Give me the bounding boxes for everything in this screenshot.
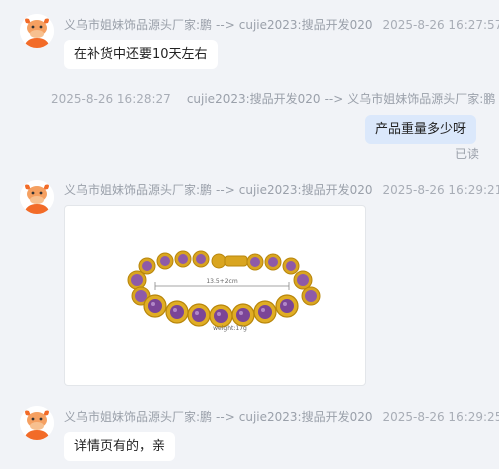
read-status: 已读 — [455, 147, 480, 161]
message-bubble[interactable]: 在补货中还要10天左右 — [64, 40, 218, 69]
message-time: 2025-8-26 16:29:21 — [382, 183, 499, 197]
receiver-name: cujie2023:搜品开发020 — [238, 183, 373, 197]
message-bubble[interactable]: 详情页有的，亲 — [64, 432, 176, 461]
receiver-name: cujie2023:搜品开发020 — [238, 410, 373, 424]
message-bubble[interactable]: 产品重量多少呀 — [365, 115, 477, 144]
sender-avatar[interactable] — [20, 180, 54, 214]
direction-arrow: --> — [216, 410, 235, 424]
receiver-name: 义乌市姐妹饰品源头厂家:鹏 — [347, 92, 496, 106]
sender-name: 义乌市姐妹饰品源头厂家:鹏 — [64, 18, 213, 32]
direction-arrow: --> — [216, 18, 235, 32]
message-time: 2025-8-26 16:28:27 — [51, 92, 171, 106]
dimension-label: 13.5+2cm — [206, 278, 238, 285]
message-meta: 义乌市姐妹饰品源头厂家:鹏 --> cujie2023:搜品开发020 2025-8-… — [64, 408, 499, 425]
orange-bull-avatar-icon — [20, 14, 54, 48]
orange-bull-avatar-icon — [20, 406, 54, 440]
sender-name: 义乌市姐妹饰品源头厂家:鹏 — [64, 183, 213, 197]
direction-arrow: --> — [216, 183, 235, 197]
sender-avatar[interactable] — [20, 14, 54, 48]
direction-arrow: --> — [324, 92, 344, 106]
message-meta: 2025-8-26 16:28:27 cujie2023:搜品开发020 --> 义乌… — [51, 90, 495, 107]
bracelet-product-image: 13.5+2cm weight:17g — [127, 250, 321, 332]
message-time: 2025-8-26 16:27:57 — [382, 18, 499, 32]
weight-label: weight:17g — [213, 325, 247, 332]
sender-name: 义乌市姐妹饰品源头厂家:鹏 — [64, 410, 213, 424]
message-meta: 义乌市姐妹饰品源头厂家:鹏 --> cujie2023:搜品开发020 2025-8-… — [64, 181, 499, 198]
message-meta: 义乌市姐妹饰品源头厂家:鹏 --> cujie2023:搜品开发020 2025-8-… — [64, 16, 499, 33]
sender-avatar[interactable] — [20, 406, 54, 440]
chat-history: 义乌市姐妹饰品源头厂家:鹏 --> cujie2023:搜品开发020 2025-8-… — [0, 0, 499, 469]
image-message[interactable]: 13.5+2cm weight:17g — [64, 205, 366, 386]
message-time: 2025-8-26 16:29:25 — [382, 410, 499, 424]
orange-bull-avatar-icon — [20, 180, 54, 214]
receiver-name: cujie2023:搜品开发020 — [238, 18, 373, 32]
sender-name: cujie2023:搜品开发020 — [186, 92, 321, 106]
